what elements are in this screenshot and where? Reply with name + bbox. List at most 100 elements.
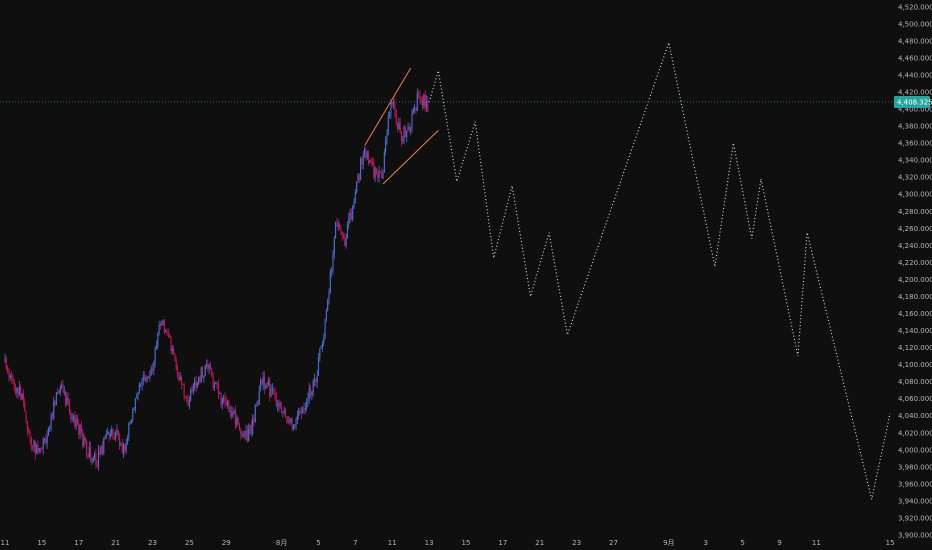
candle (273, 387, 275, 395)
candle-body (320, 347, 322, 349)
candle-body (171, 348, 173, 352)
candle (169, 333, 171, 338)
price-chart[interactable]: 3,900.000 3,920.000 3,940.000 3,960.000 3,98… (0, 0, 932, 550)
candle (41, 446, 43, 452)
candle (395, 108, 397, 126)
candle (17, 387, 19, 400)
candle-body (175, 361, 177, 369)
candle-body (132, 409, 134, 420)
candle (240, 427, 242, 440)
y-tick-label: 4,440.000 (898, 71, 932, 79)
candle (194, 376, 196, 391)
candle-body (14, 389, 17, 393)
candle (258, 385, 260, 405)
candle-body (45, 438, 47, 444)
candle (88, 441, 90, 458)
y-tick-label: 4,080.000 (898, 378, 932, 386)
candle-body (91, 461, 93, 463)
candle-body (78, 423, 80, 435)
candle (122, 442, 125, 458)
candle (120, 441, 122, 447)
candle-body (370, 160, 372, 162)
candle (68, 398, 71, 415)
candle-body (296, 415, 298, 420)
x-tick-label: 23 (572, 539, 581, 547)
candle (4, 353, 6, 364)
candle (170, 335, 172, 354)
candle (399, 117, 401, 134)
candle (414, 103, 416, 114)
candle-body (381, 173, 383, 179)
candle (346, 221, 349, 239)
candle (425, 95, 428, 112)
candle-body (307, 398, 309, 403)
candle (323, 333, 325, 347)
candle-body (357, 174, 359, 182)
candle-body (63, 391, 65, 393)
candle-body (221, 397, 223, 405)
x-tick-label: 13 (425, 539, 434, 547)
candle-body (88, 447, 90, 458)
candle-body (119, 434, 121, 446)
candle (294, 424, 296, 430)
candle-body (153, 362, 155, 371)
candle (411, 109, 413, 133)
candle-body (163, 320, 165, 332)
y-tick-label: 4,520.000 (898, 3, 932, 11)
x-tick-label: 7 (353, 539, 357, 547)
candle (182, 383, 184, 386)
candle (403, 125, 405, 144)
candle (161, 320, 163, 326)
candle (302, 405, 304, 414)
candle-body (348, 218, 350, 225)
x-tick-label: 21 (535, 539, 544, 547)
candle-body (162, 320, 164, 324)
x-tick-label: 15 (462, 539, 471, 547)
candle (65, 390, 67, 408)
candle (86, 438, 88, 459)
candle-body (238, 423, 241, 431)
candle (328, 288, 330, 305)
candle-body (205, 364, 208, 366)
candle (140, 382, 142, 388)
candle (383, 148, 385, 174)
candle (391, 101, 393, 108)
candle-body (165, 330, 167, 332)
candle-body (262, 376, 264, 385)
candle (270, 384, 272, 398)
candle (406, 130, 408, 143)
candle (59, 384, 61, 397)
candle-body (253, 418, 255, 422)
candle-body (373, 161, 375, 178)
candle-body (209, 364, 212, 370)
candle-body (100, 446, 102, 455)
candle-body (415, 108, 417, 111)
candle (163, 319, 165, 335)
candle (224, 392, 226, 408)
candle (196, 381, 198, 389)
candle-body (369, 160, 371, 163)
candle (119, 433, 121, 450)
candle (230, 406, 233, 420)
candle (281, 401, 283, 414)
candle (42, 436, 44, 455)
y-tick-label: 4,260.000 (898, 225, 932, 233)
candle-body (33, 440, 35, 447)
candle-body (74, 416, 76, 427)
candle (50, 412, 52, 432)
candle (183, 382, 185, 401)
candle-body (383, 151, 385, 173)
candle (404, 125, 406, 138)
candle (162, 319, 164, 326)
candle (200, 366, 202, 383)
candle-body (273, 388, 275, 391)
candle-body (208, 364, 210, 369)
candle (151, 363, 154, 374)
candle-body (141, 380, 143, 385)
candle-body (68, 402, 71, 413)
candle-body (387, 116, 389, 135)
candle-body (242, 433, 244, 437)
candle-body (321, 342, 323, 348)
candle (40, 447, 42, 454)
candle (412, 106, 414, 116)
